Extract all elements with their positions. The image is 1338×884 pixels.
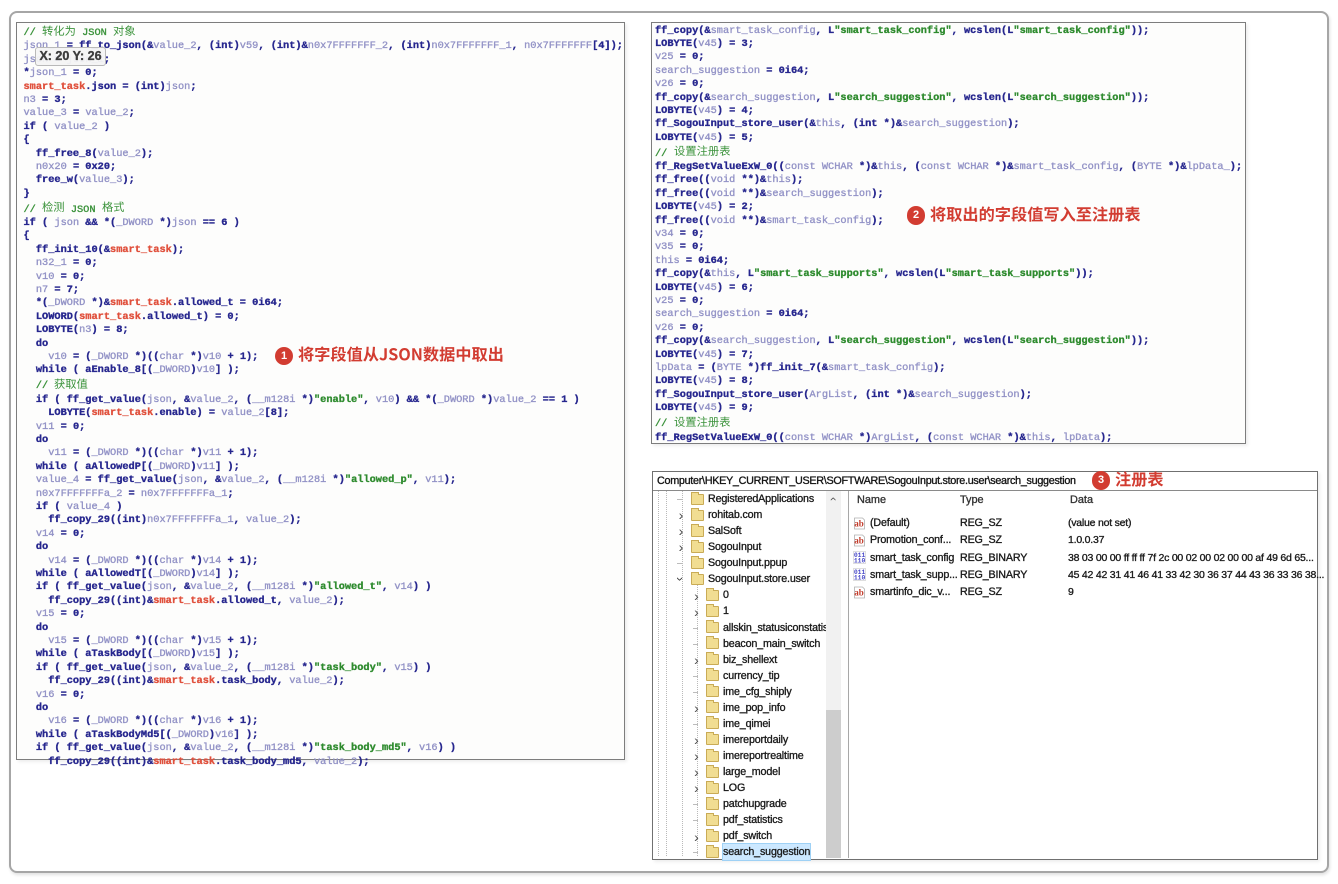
svg-text:ab: ab (854, 535, 864, 545)
svg-text:ab: ab (854, 518, 864, 528)
svg-text:110: 110 (854, 558, 866, 564)
svg-text:110: 110 (854, 575, 866, 581)
svg-text:ab: ab (854, 587, 864, 597)
